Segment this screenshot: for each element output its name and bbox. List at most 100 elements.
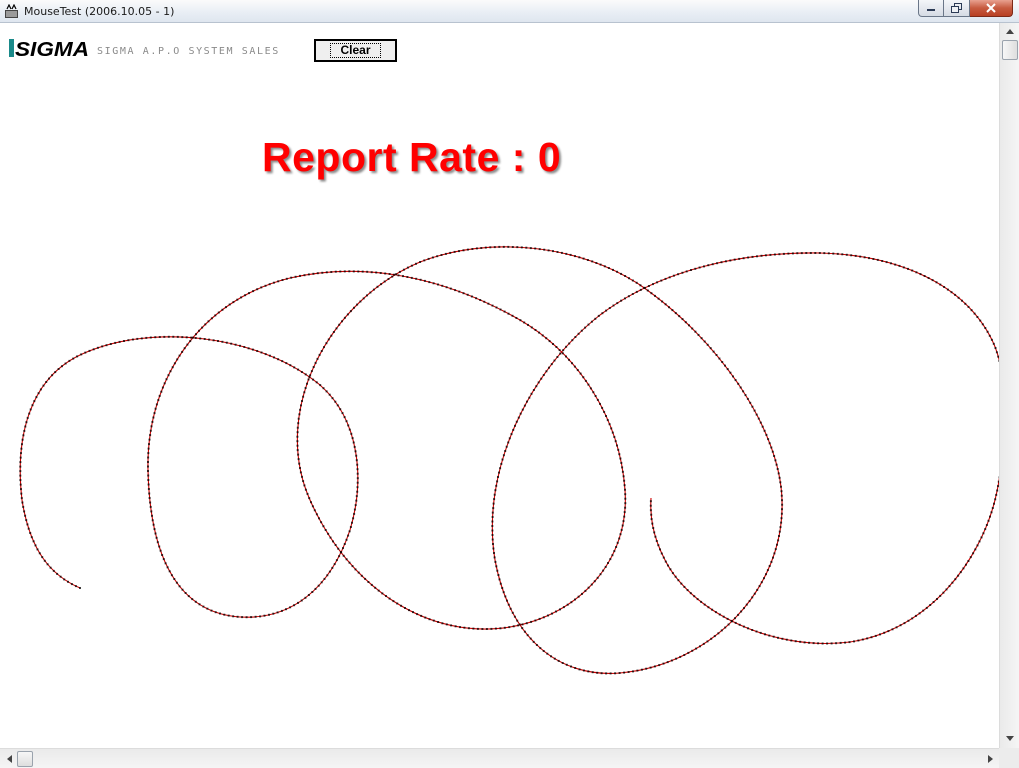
mouse-sample-point xyxy=(181,350,184,353)
scroll-up-button[interactable] xyxy=(1002,23,1018,39)
mouse-sample-point xyxy=(148,443,150,446)
mouse-sample-point xyxy=(331,566,334,569)
mouse-sample-point xyxy=(339,551,342,554)
vertical-scroll-thumb[interactable] xyxy=(1002,40,1018,60)
mouse-sample-point xyxy=(436,255,439,258)
mouse-sample-point xyxy=(498,578,501,581)
mouse-sample-point xyxy=(318,353,321,356)
mouse-sample-point xyxy=(377,589,380,592)
mouse-sample-point xyxy=(679,655,682,658)
mouse-sample-point xyxy=(923,275,926,277)
mouse-sample-point xyxy=(616,541,619,544)
mouse-sample-point xyxy=(550,655,552,658)
mouse-sample-point xyxy=(551,612,553,615)
mouse-sample-point xyxy=(777,636,779,639)
mouse-sample-point xyxy=(499,627,502,630)
mouse-sample-point xyxy=(707,264,710,267)
mouse-sample-point xyxy=(334,270,337,273)
mouse-sample-point xyxy=(555,610,557,613)
mouse-sample-point xyxy=(529,247,532,250)
mouse-sample-point xyxy=(542,650,545,652)
mouse-sample-point xyxy=(114,341,117,344)
mouse-sample-point xyxy=(492,502,495,505)
mouse-sample-point xyxy=(26,523,29,526)
mouse-sample-point xyxy=(489,246,492,249)
mouse-sample-point xyxy=(303,274,306,277)
mouse-sample-point xyxy=(96,346,99,349)
mouse-sample-point xyxy=(974,548,977,551)
mouse-sample-point xyxy=(109,343,112,345)
mouse-sample-point xyxy=(153,528,156,531)
mouse-sample-point xyxy=(432,619,435,622)
mouse-sample-point xyxy=(268,613,270,616)
mouse-sample-point xyxy=(498,245,501,248)
mouse-sample-point xyxy=(320,581,323,584)
mouse-sample-point xyxy=(582,376,585,379)
mouse-sample-point xyxy=(609,672,612,675)
mouse-sample-point xyxy=(212,339,215,342)
mouse-sample-point xyxy=(459,626,461,629)
mouse-sample-point xyxy=(623,479,626,482)
mouse-sample-point xyxy=(503,310,506,313)
mouse-sample-point xyxy=(322,387,325,390)
scroll-right-button[interactable] xyxy=(982,751,998,767)
mouse-sample-point xyxy=(772,556,774,559)
mouse-sample-point xyxy=(341,320,343,323)
mouse-sample-point xyxy=(38,552,41,555)
mouse-sample-point xyxy=(546,652,549,655)
mouse-sample-point xyxy=(623,484,626,487)
mouse-sample-point xyxy=(899,624,902,627)
mouse-sample-point xyxy=(613,550,616,553)
mouse-sample-point xyxy=(599,573,602,576)
mouse-sample-point xyxy=(773,552,776,555)
mouse-sample-point xyxy=(516,246,519,249)
mouse-sample-point xyxy=(623,515,626,518)
mouse-sample-point xyxy=(976,316,979,318)
scroll-up-arrow-icon xyxy=(1006,28,1014,34)
mouse-sample-point xyxy=(74,585,77,588)
horizontal-scroll-thumb[interactable] xyxy=(17,751,33,767)
mouse-sample-point xyxy=(285,362,288,365)
mouse-sample-point xyxy=(29,532,32,534)
mouse-sample-point xyxy=(356,303,359,306)
horizontal-scrollbar[interactable] xyxy=(0,748,999,768)
mouse-sample-point xyxy=(127,339,130,342)
mouse-sample-point xyxy=(333,563,336,566)
mouse-sample-point xyxy=(756,255,758,258)
mouse-sample-point xyxy=(511,246,514,248)
mouse-sample-point xyxy=(596,398,599,401)
mouse-sample-point xyxy=(372,288,375,291)
mouse-sample-point xyxy=(400,604,403,607)
vertical-scrollbar[interactable] xyxy=(999,23,1019,748)
mouse-sample-point xyxy=(918,612,921,615)
mouse-sample-point xyxy=(580,329,583,332)
mouse-sample-point xyxy=(458,250,460,253)
mouse-sample-point xyxy=(190,336,193,339)
mouse-sample-point xyxy=(19,470,22,473)
mouse-sample-point xyxy=(491,538,494,541)
mouse-sample-point xyxy=(325,390,328,393)
mouse-sample-point xyxy=(170,574,173,577)
mouse-sample-point xyxy=(20,447,23,450)
scroll-left-button[interactable] xyxy=(1,751,17,767)
mouse-sample-point xyxy=(123,340,125,342)
mouse-sample-point xyxy=(699,645,701,648)
mouse-sample-point xyxy=(639,288,642,291)
mouse-sample-point xyxy=(307,378,310,381)
mouse-sample-point xyxy=(726,617,729,620)
mouse-sample-point xyxy=(565,252,568,255)
mouse-sample-point xyxy=(821,642,824,645)
mouse-sample-point xyxy=(954,578,957,581)
scroll-down-button[interactable] xyxy=(1002,730,1018,746)
mouse-sample-point xyxy=(737,382,740,385)
mouse-sample-point xyxy=(946,288,949,291)
mouse-sample-point xyxy=(302,480,305,483)
mouse-sample-point xyxy=(150,510,153,513)
mouse-sample-point xyxy=(584,379,587,382)
mouse-sample-point xyxy=(234,343,237,346)
mouse-sample-point xyxy=(778,253,781,256)
mouse-sample-point xyxy=(351,437,354,440)
mouse-sample-point xyxy=(553,657,556,660)
mouse-sample-point xyxy=(777,472,780,475)
mouse-sample-point xyxy=(221,340,224,343)
